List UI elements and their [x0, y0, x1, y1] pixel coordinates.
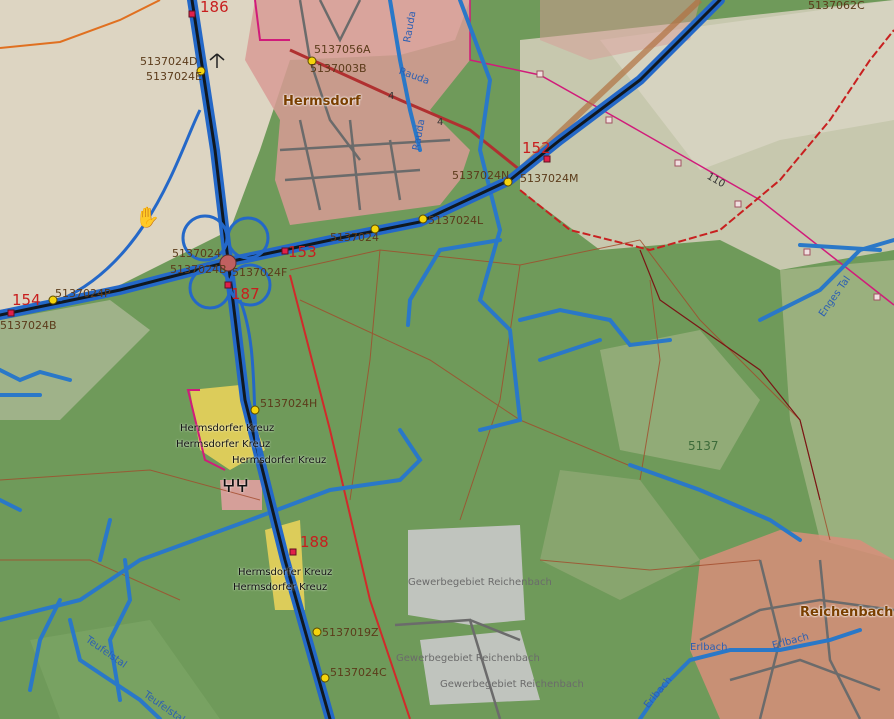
poi-label: Hermsdorfer Kreuz — [238, 567, 333, 578]
node-label: 5137062C — [808, 0, 865, 12]
node-label: 5137024E — [146, 70, 202, 83]
route-label: 4 — [388, 91, 395, 102]
node-label: 5137024F — [232, 266, 288, 279]
road-number: 153 — [288, 243, 317, 261]
radio-tower-icon: ⵖⵖ — [222, 476, 250, 497]
road-number: 186 — [200, 0, 229, 16]
poi-label: Hermsdorfer Kreuz — [176, 439, 271, 450]
node-label: 5137024M — [520, 172, 579, 185]
node-label: 5137019Z — [322, 626, 379, 639]
place-label-hermsdorf: Hermsdorf — [283, 94, 361, 109]
node-label: 5137024L — [428, 214, 484, 227]
road-number: 188 — [300, 533, 329, 551]
route-label: 4 — [437, 117, 444, 128]
node-label: 5137024P — [55, 287, 111, 300]
road-number: 152 — [522, 139, 551, 157]
node-label: 5137003B — [310, 62, 367, 75]
node-label: 5137024B — [0, 319, 57, 332]
node-label: 5137024B — [170, 263, 227, 276]
poi-label: Hermsdorfer Kreuz — [232, 455, 327, 466]
reichenbach-settlement — [690, 530, 894, 719]
node-label: 5137024N — [452, 169, 510, 182]
place-label-reichenbach: Reichenbach — [800, 605, 894, 620]
road-number: 154 — [12, 291, 41, 309]
area-label: Gewerbegebiet Reichenbach — [396, 653, 540, 664]
area-label: Gewerbegebiet Reichenbach — [440, 679, 584, 690]
grid-label: 5137 — [688, 439, 719, 453]
industrial-area — [408, 525, 525, 625]
map-canvas[interactable]: Hermsdorf Reichenbach 186 153 152 154 18… — [0, 0, 894, 719]
stream-label: Erlbach — [690, 642, 728, 653]
map-layers — [0, 0, 894, 719]
area-label: Gewerbegebiet Reichenbach — [408, 577, 552, 588]
road-number: 187 — [231, 285, 260, 303]
node-label: 5137024D — [140, 55, 198, 68]
poi-label: Hermsdorfer Kreuz — [180, 423, 275, 434]
node-label: 5137056A — [314, 43, 371, 56]
node-label: 5137024H — [260, 397, 318, 410]
node-label: 5137024C — [330, 666, 387, 679]
node-label: 5137024 — [330, 231, 379, 244]
node-label: 5137024 — [172, 247, 221, 260]
hand-cursor-icon: ✋ — [135, 205, 160, 229]
poi-label: Hermsdorfer Kreuz — [233, 582, 328, 593]
